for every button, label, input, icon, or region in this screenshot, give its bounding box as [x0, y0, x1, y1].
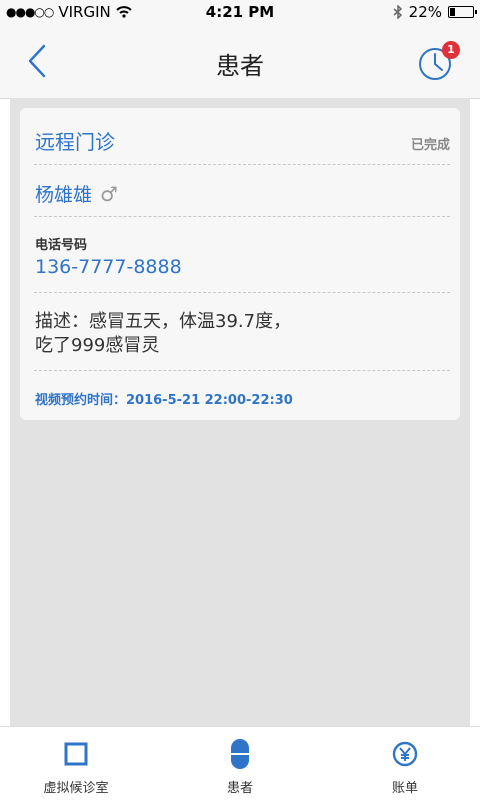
tab-bar: 虚拟候诊室 患者 账单	[0, 726, 480, 801]
divider	[34, 292, 450, 293]
tab-label: 账单	[391, 781, 418, 796]
tab-label: 虚拟候诊室	[43, 781, 109, 796]
page-title: 患者	[216, 52, 264, 80]
patient-name[interactable]: 杨雄雄	[35, 180, 92, 207]
notification-badge: 1	[442, 41, 460, 59]
tab-virtual-waiting-room[interactable]: 虚拟候诊室	[16, 739, 136, 796]
appointment-card[interactable]: 远程门诊 已完成 杨雄雄 ♂ 电话号码 136-7777-8888 描述：感冒五…	[20, 108, 460, 420]
description: 描述：感冒五天，体温39.7度， 吃了999感冒灵	[35, 310, 435, 358]
phone-number-link[interactable]: 136-7777-8888	[35, 256, 182, 278]
consultation-type: 远程门诊	[35, 130, 115, 154]
tab-label: 患者	[226, 781, 253, 796]
patient-row: 杨雄雄 ♂	[35, 180, 118, 207]
main-content: 远程门诊 已完成 杨雄雄 ♂ 电话号码 136-7777-8888 描述：感冒五…	[10, 98, 470, 726]
phone-label: 电话号码	[35, 238, 88, 253]
navigation-bar: 患者 1	[0, 24, 480, 99]
description-line: 描述：感冒五天，体温39.7度，	[35, 311, 292, 332]
battery-percentage: 22%	[408, 3, 442, 21]
tab-billing[interactable]: 账单	[345, 739, 465, 796]
yen-icon	[392, 741, 418, 767]
tab-patients[interactable]: 患者	[180, 739, 300, 796]
description-line: 吃了999感冒灵	[35, 335, 160, 356]
capsule-icon	[231, 739, 249, 769]
status-bar: ●●●○○ VIRGIN 4:21 PM 22%	[0, 0, 480, 24]
divider	[34, 164, 450, 165]
divider	[34, 370, 450, 371]
square-icon	[64, 742, 88, 766]
battery-icon	[448, 6, 477, 18]
bluetooth-icon	[393, 5, 402, 19]
male-gender-icon: ♂	[100, 181, 118, 206]
status-badge: 已完成	[410, 138, 450, 153]
appointment-time: 视频预约时间：2016-5-21 22:00-22:30	[35, 393, 293, 408]
divider	[34, 216, 450, 217]
